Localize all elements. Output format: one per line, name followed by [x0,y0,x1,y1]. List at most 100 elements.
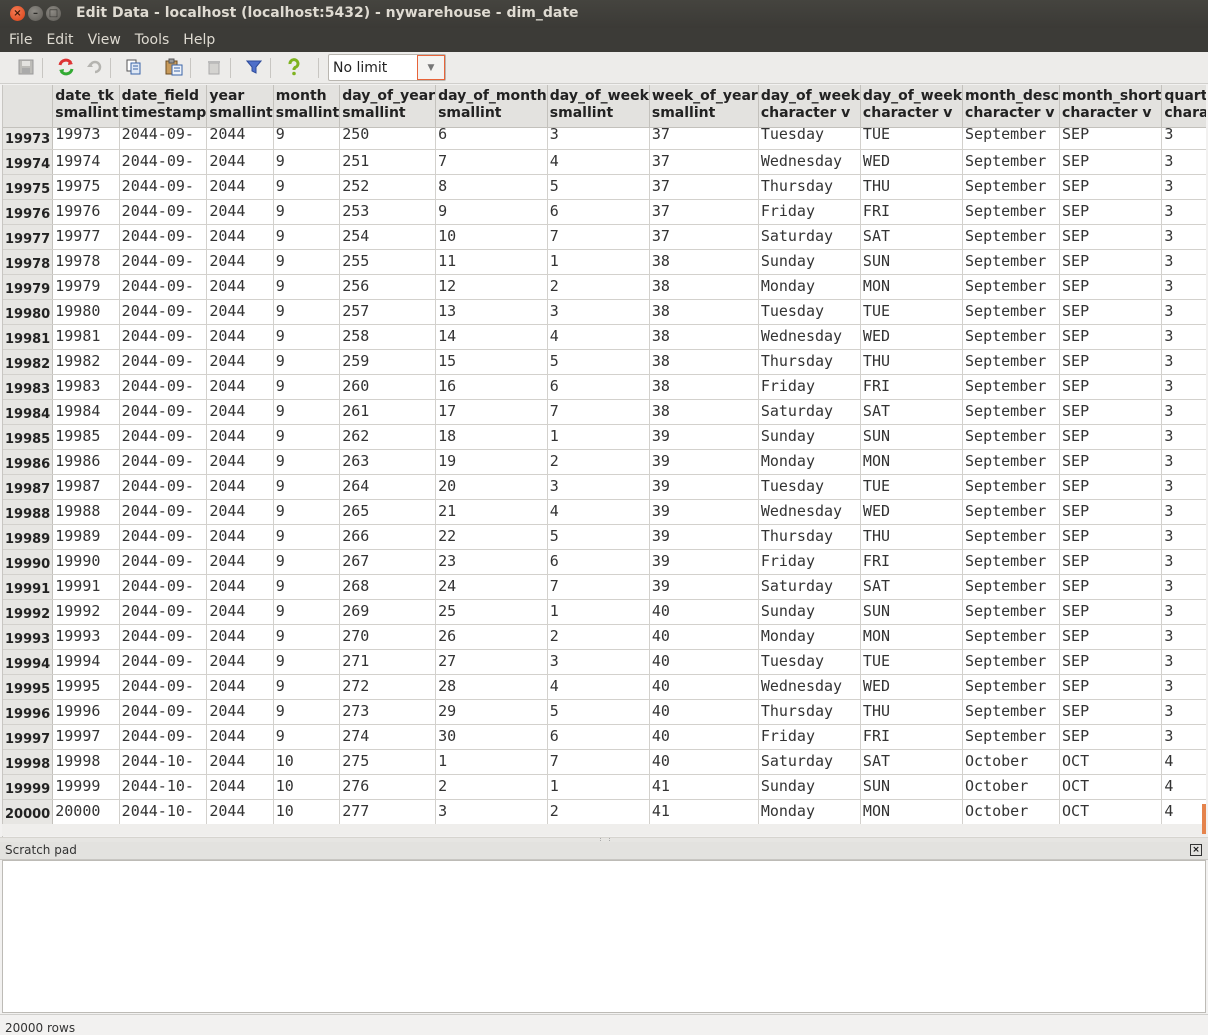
table-cell[interactable]: 19988 [52,499,120,525]
table-cell[interactable]: September [962,724,1061,750]
save-icon[interactable] [14,56,38,78]
table-cell[interactable]: Friday [758,549,861,575]
table-cell[interactable]: 3 [1161,674,1206,700]
grid-corner[interactable] [3,85,54,128]
table-cell[interactable]: 9 [273,149,341,175]
table-cell[interactable]: 5 [547,524,650,550]
table-cell[interactable]: 2044-09- [119,474,208,500]
table-cell[interactable]: 2 [547,624,650,650]
close-icon[interactable]: × [1190,844,1202,856]
row-header[interactable]: 19993 [3,624,54,650]
table-cell[interactable]: SUN [860,249,964,275]
refresh-icon[interactable] [54,56,78,78]
table-cell[interactable]: 3 [547,649,650,675]
table-cell[interactable]: 6 [547,724,650,750]
table-cell[interactable]: September [962,349,1061,375]
menu-view[interactable]: View [81,32,128,48]
table-cell[interactable]: 9 [273,274,341,300]
table-cell[interactable]: 3 [1161,424,1206,450]
row-header[interactable]: 19989 [3,524,54,550]
table-cell[interactable]: 9 [273,499,341,525]
table-cell[interactable]: 19974 [52,149,120,175]
table-cell[interactable]: 2044-09- [119,127,208,150]
table-cell[interactable]: 41 [649,799,759,825]
row-header[interactable]: 19995 [3,674,54,700]
table-cell[interactable]: 9 [273,524,341,550]
column-header[interactable]: month_short character v [1059,85,1163,128]
table-cell[interactable]: 4 [1161,774,1206,800]
table-cell[interactable]: Tuesday [758,127,861,150]
table-cell[interactable]: Wednesday [758,324,861,350]
table-cell[interactable]: 25 [435,599,548,625]
table-cell[interactable]: 13 [435,299,548,325]
table-cell[interactable]: 19986 [52,449,120,475]
table-cell[interactable]: OCT [1059,774,1163,800]
table-cell[interactable]: Friday [758,374,861,400]
table-cell[interactable]: 256 [339,274,437,300]
row-header[interactable]: 19978 [3,249,54,275]
table-cell[interactable]: 2044 [206,674,274,700]
table-cell[interactable]: 2044 [206,574,274,600]
table-cell[interactable]: 2 [547,799,650,825]
table-cell[interactable]: 12 [435,274,548,300]
row-header[interactable]: 19988 [3,499,54,525]
table-cell[interactable]: 264 [339,474,437,500]
table-cell[interactable]: 6 [547,549,650,575]
table-cell[interactable]: 20 [435,474,548,500]
menu-edit[interactable]: Edit [39,32,80,48]
table-cell[interactable]: 2044 [206,699,274,725]
table-cell[interactable]: Thursday [758,524,861,550]
table-cell[interactable]: 40 [649,699,759,725]
delete-icon[interactable] [202,56,226,78]
table-cell[interactable]: 6 [547,199,650,225]
table-cell[interactable]: 20000 [52,799,120,825]
table-cell[interactable]: 19982 [52,349,120,375]
table-cell[interactable]: 8 [435,174,548,200]
table-cell[interactable]: September [962,424,1061,450]
row-header[interactable]: 19987 [3,474,54,500]
table-cell[interactable]: Tuesday [758,474,861,500]
table-cell[interactable]: 5 [547,174,650,200]
table-cell[interactable]: 261 [339,399,437,425]
table-cell[interactable]: 2044-09- [119,299,208,325]
table-cell[interactable]: 3 [1161,174,1206,200]
table-cell[interactable]: 19989 [52,524,120,550]
table-cell[interactable]: September [962,199,1061,225]
table-cell[interactable]: 9 [273,549,341,575]
table-cell[interactable]: Saturday [758,224,861,250]
table-cell[interactable]: SEP [1059,224,1163,250]
table-cell[interactable]: 265 [339,499,437,525]
table-cell[interactable]: 10 [273,774,341,800]
table-cell[interactable]: 30 [435,724,548,750]
table-cell[interactable]: 3 [1161,724,1206,750]
table-cell[interactable]: 3 [1161,399,1206,425]
row-header[interactable]: 19980 [3,299,54,325]
table-cell[interactable]: SEP [1059,549,1163,575]
table-cell[interactable]: Saturday [758,574,861,600]
column-header[interactable]: quartercharacter v [1161,85,1206,128]
table-cell[interactable]: 269 [339,599,437,625]
table-cell[interactable]: 7 [435,149,548,175]
table-cell[interactable]: FRI [860,199,964,225]
table-cell[interactable]: SEP [1059,424,1163,450]
table-cell[interactable]: 4 [547,499,650,525]
table-cell[interactable]: 27 [435,649,548,675]
table-cell[interactable]: MON [860,274,964,300]
table-cell[interactable]: 2044-09- [119,549,208,575]
table-cell[interactable]: September [962,624,1061,650]
table-cell[interactable]: 37 [649,174,759,200]
table-cell[interactable]: 2044 [206,224,274,250]
horizontal-scrollbar[interactable] [2,824,1206,836]
table-cell[interactable]: SEP [1059,624,1163,650]
column-header[interactable]: day_of_week character v [758,85,861,128]
table-cell[interactable]: 10 [435,224,548,250]
table-cell[interactable]: SEP [1059,649,1163,675]
table-cell[interactable]: 2044 [206,449,274,475]
table-cell[interactable]: 2044-09- [119,499,208,525]
table-cell[interactable]: 2044-09- [119,349,208,375]
table-cell[interactable]: 2044-09- [119,624,208,650]
undo-icon[interactable] [82,56,106,78]
row-header[interactable]: 19985 [3,424,54,450]
table-cell[interactable]: 2044-09- [119,199,208,225]
column-header[interactable]: year smallint [206,85,274,128]
